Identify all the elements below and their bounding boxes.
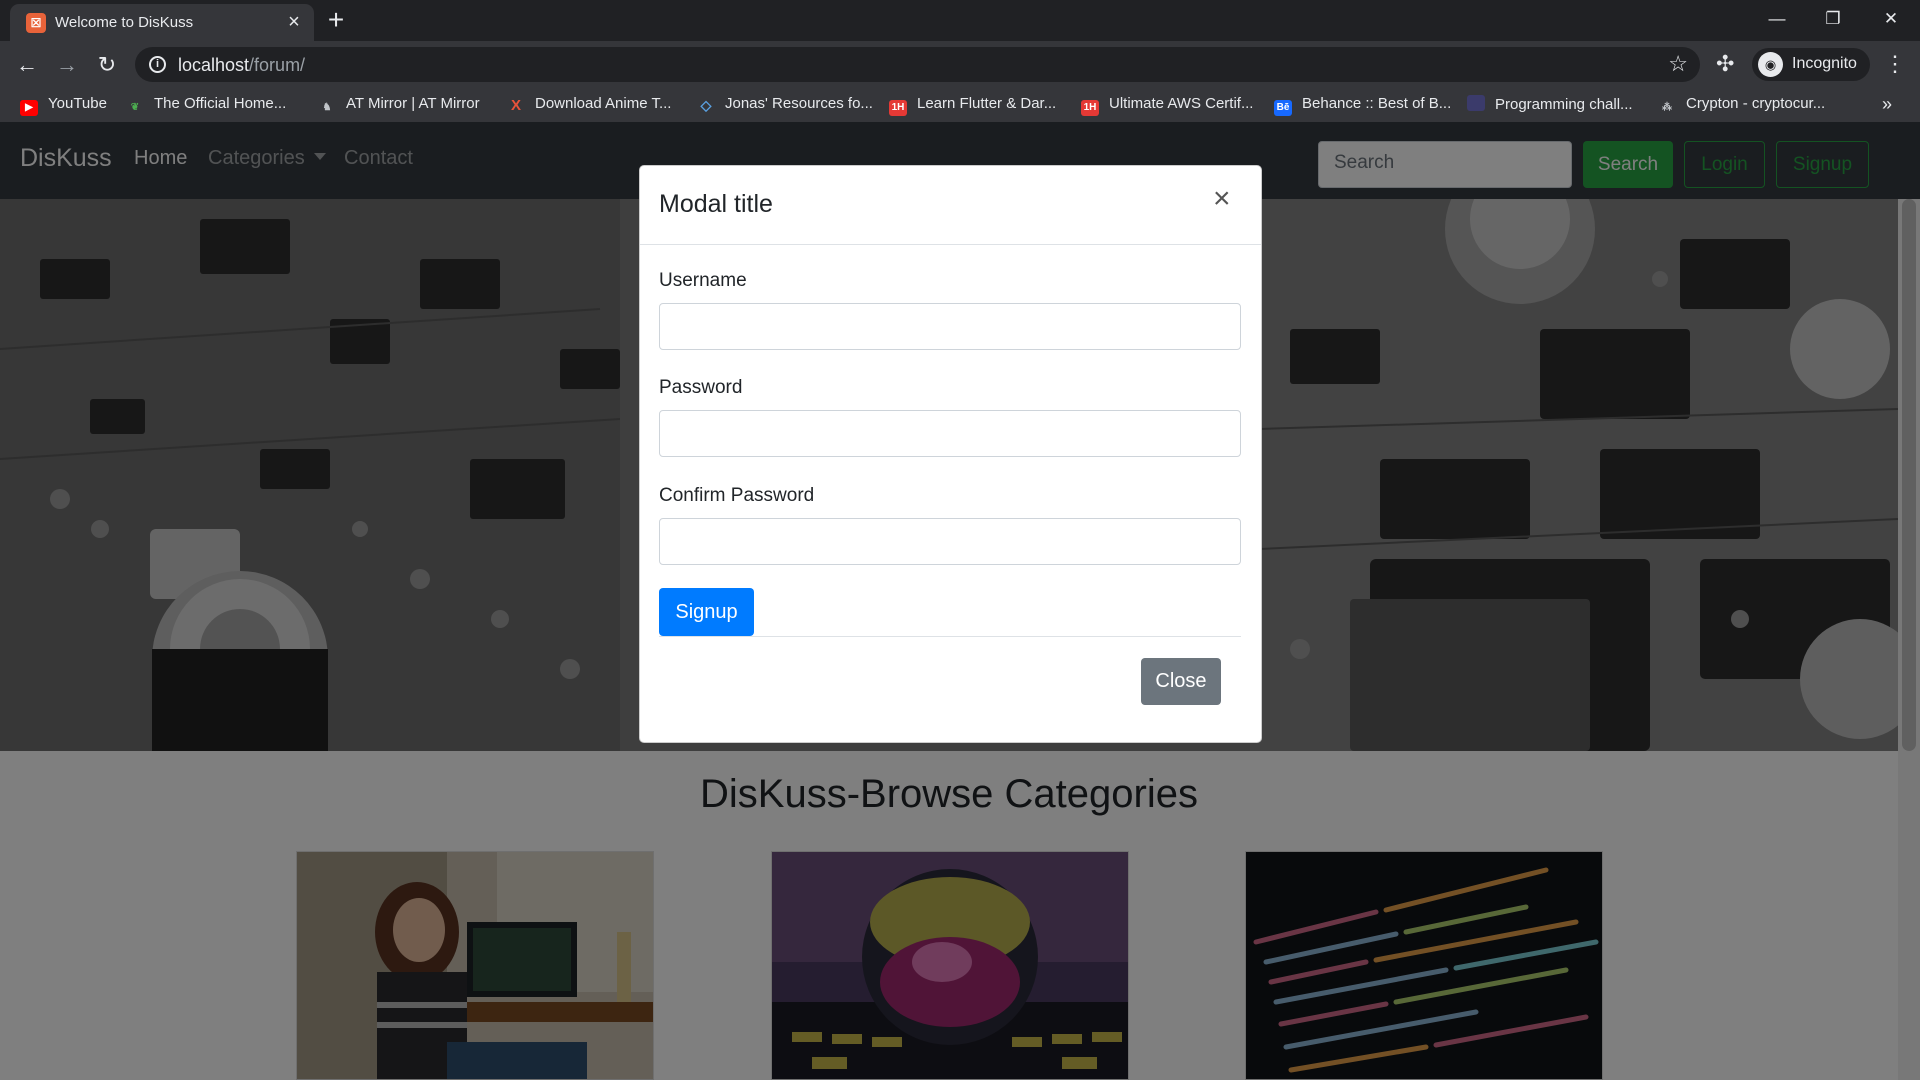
youtube-icon: ▶ — [20, 100, 38, 116]
incognito-icon: ◉ — [1758, 52, 1783, 77]
diamond-icon: ◇ — [700, 97, 712, 113]
bookmark-crypton[interactable]: ⁂ Crypton - cryptocur... — [1658, 95, 1825, 115]
bookmark-ultimate-aws[interactable]: 1H Ultimate AWS Certif... — [1081, 95, 1254, 116]
bookmark-label: Behance :: Best of B... — [1302, 95, 1452, 112]
codeforces-icon — [1467, 95, 1485, 111]
bookmark-programming-challenges[interactable]: Programming chall... — [1467, 95, 1633, 115]
bookmark-label: Jonas' Resources fo... — [725, 95, 873, 112]
bookmark-label: Learn Flutter & Dar... — [917, 95, 1057, 112]
restore-icon[interactable]: ❐ — [1810, 4, 1856, 34]
forward-icon[interactable]: → — [52, 50, 82, 80]
confirm-password-field[interactable] — [659, 518, 1241, 565]
bookmark-label: AT Mirror | AT Mirror — [346, 95, 480, 112]
close-button[interactable]: Close — [1141, 658, 1221, 705]
bookmark-label: Crypton - cryptocur... — [1686, 95, 1826, 112]
signup-submit-button[interactable]: Signup — [659, 588, 754, 636]
bookmark-youtube[interactable]: ▶ YouTube — [20, 95, 107, 116]
page-viewport: DisKuss Home Categories Contact Search S… — [0, 122, 1920, 1080]
kebab-menu-icon[interactable]: ⋮ — [1884, 51, 1906, 77]
window-close-icon[interactable]: ✕ — [1868, 4, 1914, 34]
modal-header: Modal title × — [640, 166, 1261, 245]
bookmark-label: The Official Home... — [154, 95, 287, 112]
behance-icon: Bē — [1274, 100, 1292, 116]
close-tab-icon[interactable]: × — [282, 10, 306, 34]
leaf-icon: ❦ — [130, 102, 140, 113]
bookmark-at-mirror[interactable]: ♞ AT Mirror | AT Mirror — [318, 95, 480, 115]
browser-tab[interactable]: ☒ Welcome to DisKuss × — [10, 4, 314, 41]
url-path: /forum/ — [249, 55, 306, 75]
tab-title: Welcome to DisKuss — [55, 14, 194, 31]
browser-tabstrip: ☒ Welcome to DisKuss × + — ❐ ✕ — [0, 0, 1920, 41]
crypton-icon: ⁂ — [1662, 102, 1672, 113]
bookmark-download-anime[interactable]: X Download Anime T... — [507, 95, 671, 115]
minimize-icon[interactable]: — — [1754, 4, 1800, 34]
password-field[interactable] — [659, 410, 1241, 457]
url-text[interactable]: localhost/forum/ — [178, 55, 305, 76]
password-label: Password — [659, 377, 743, 398]
browser-toolbar: ← → ↻ i localhost/forum/ ☆ ✣ ◉ Incognito… — [0, 41, 1920, 88]
bookmark-official-home[interactable]: ❦ The Official Home... — [126, 95, 286, 115]
username-label: Username — [659, 270, 747, 291]
bookmark-learn-flutter[interactable]: 1H Learn Flutter & Dar... — [889, 95, 1057, 116]
username-field[interactable] — [659, 303, 1241, 350]
bookmark-behance[interactable]: Bē Behance :: Best of B... — [1274, 95, 1452, 116]
new-tab-icon[interactable]: + — [322, 6, 350, 35]
back-icon[interactable]: ← — [12, 50, 42, 80]
bookmark-label: Programming chall... — [1495, 96, 1633, 113]
profile-label: Incognito — [1792, 55, 1857, 72]
address-bar[interactable]: i localhost/forum/ ☆ — [135, 47, 1700, 82]
bookmark-star-icon[interactable]: ☆ — [1668, 51, 1688, 77]
confirm-password-label: Confirm Password — [659, 485, 815, 506]
at-mirror-icon: ♞ — [322, 102, 332, 113]
signup-modal: Modal title × Username Password Confirm … — [639, 165, 1262, 743]
bookmarks-overflow-icon[interactable]: » — [1882, 94, 1892, 115]
bookmarks-bar: ▶ YouTube ❦ The Official Home... ♞ AT Mirro… — [0, 88, 1920, 122]
modal-title: Modal title — [659, 190, 773, 218]
x-logo-icon: X — [510, 97, 521, 114]
xampp-icon: ☒ — [26, 13, 46, 33]
1h-icon: 1H — [889, 100, 907, 116]
url-host: localhost — [178, 55, 250, 75]
bookmark-label: YouTube — [48, 95, 107, 112]
bookmark-label: Ultimate AWS Certif... — [1109, 95, 1254, 112]
form-divider — [659, 636, 1241, 637]
close-icon[interactable]: × — [1213, 184, 1231, 214]
profile-button[interactable]: ◉ Incognito — [1752, 48, 1870, 81]
reload-icon[interactable]: ↻ — [92, 50, 122, 80]
bookmark-label: Download Anime T... — [535, 95, 672, 112]
1h-icon: 1H — [1081, 100, 1099, 116]
info-icon[interactable]: i — [149, 56, 166, 73]
bookmark-jonas-resources[interactable]: ◇ Jonas' Resources fo... — [697, 95, 873, 115]
extensions-puzzle-icon[interactable]: ✣ — [1716, 51, 1734, 77]
